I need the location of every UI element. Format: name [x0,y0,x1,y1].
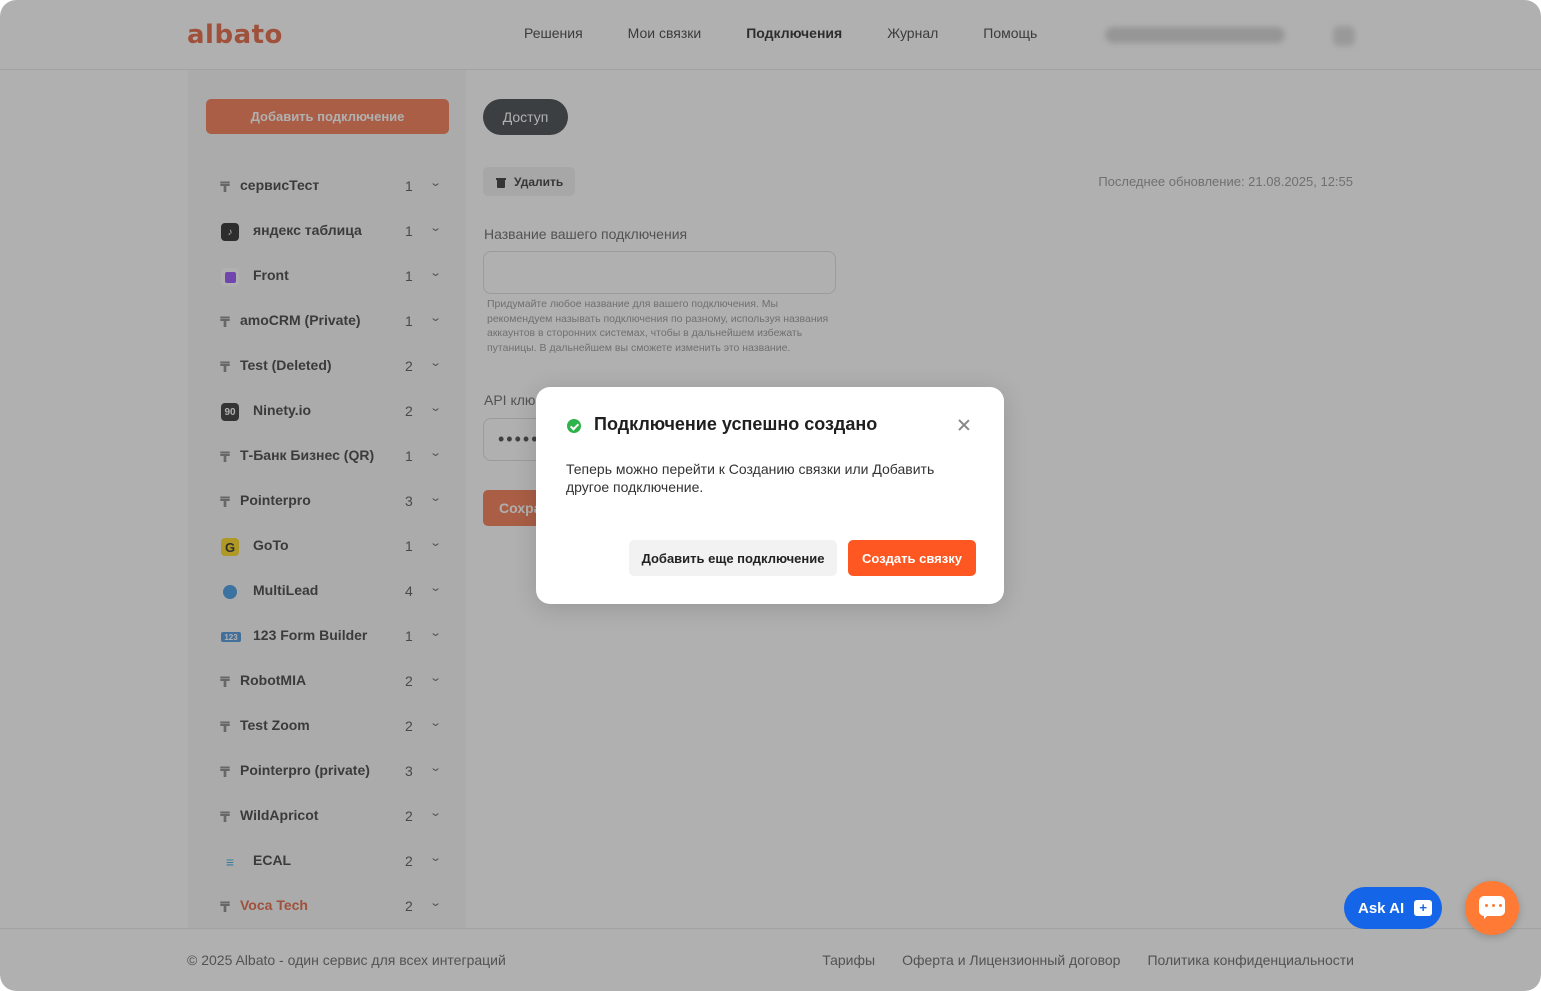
modal-text: Теперь можно перейти к Созданию связки и… [566,461,935,495]
ask-ai-button[interactable]: Ask AI + [1344,887,1442,929]
ask-ai-label: Ask AI [1358,899,1405,917]
modal-title: Подключение успешно создано [594,414,878,434]
success-check-icon [567,419,581,433]
ai-chat-icon: + [1414,900,1433,916]
add-another-connection-button[interactable]: Добавить еще подключение [629,540,837,576]
create-bundle-button[interactable]: Создать связку [848,540,976,576]
close-icon[interactable] [957,418,971,432]
success-modal: Подключение успешно создано Теперь можно… [536,387,1004,604]
chat-bubble-icon [1479,896,1505,919]
chat-button[interactable] [1465,881,1519,935]
page: albato Решения Мои связки Подключения Жу… [0,0,1541,991]
